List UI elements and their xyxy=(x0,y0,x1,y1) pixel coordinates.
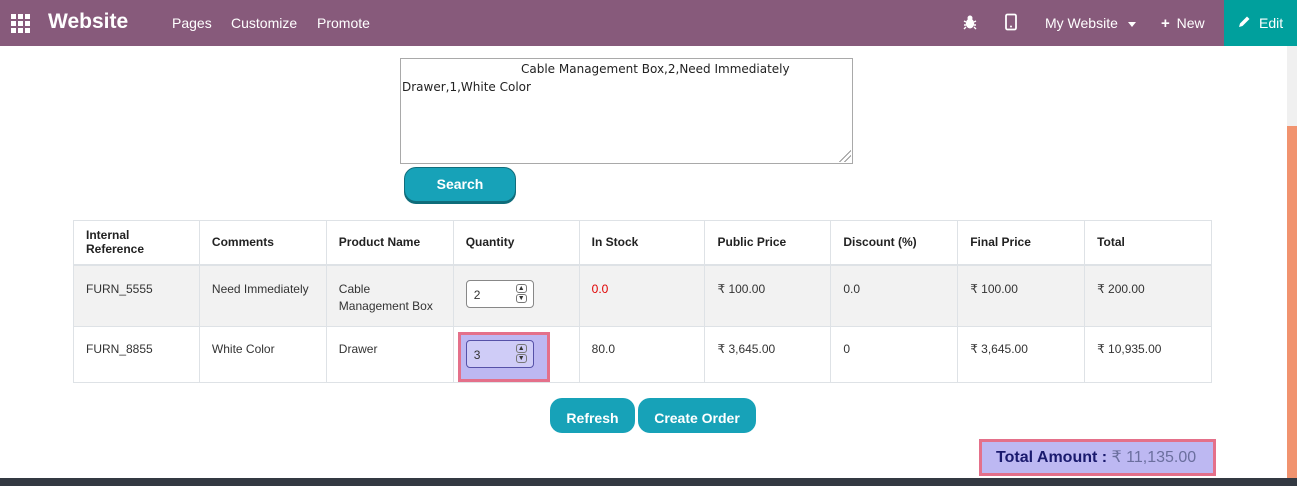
cell-ref: FURN_8855 xyxy=(73,326,200,383)
product-search-textarea[interactable]: Cable Management Box,2,Need Immediately … xyxy=(400,58,853,164)
quantity-stepper[interactable]: 2 ▲ ▼ xyxy=(465,279,534,308)
bug-icon[interactable] xyxy=(961,13,979,31)
menu-pages[interactable]: Pages xyxy=(172,15,212,31)
cell-comment: Need Immediately xyxy=(198,264,327,327)
menu-promote[interactable]: Promote xyxy=(317,15,370,31)
cell-public-price: ₹ 3,645.00 xyxy=(704,326,832,383)
cell-total: ₹ 10,935.00 xyxy=(1084,326,1212,383)
decrement-icon[interactable]: ▼ xyxy=(515,293,527,303)
cell-total: ₹ 200.00 xyxy=(1084,264,1212,327)
my-website-label: My Website xyxy=(1045,15,1118,31)
scrollbar-thumb[interactable] xyxy=(1287,126,1297,478)
search-button[interactable]: Search xyxy=(404,167,516,202)
total-amount-box: Total Amount : ₹ 11,135.00 xyxy=(979,439,1216,476)
cell-final-price: ₹ 100.00 xyxy=(957,264,1086,327)
cell-product: Drawer xyxy=(325,326,454,383)
apps-menu-icon[interactable] xyxy=(11,14,31,33)
total-label: Total Amount : xyxy=(996,449,1108,466)
header-internal-reference: Internal Reference xyxy=(73,220,200,265)
cell-quantity: 2 ▲ ▼ xyxy=(452,264,580,327)
edit-button[interactable]: Edit xyxy=(1224,0,1297,46)
pencil-icon xyxy=(1239,16,1250,27)
refresh-button[interactable]: Refresh xyxy=(550,398,635,433)
table-row: FURN_5555 Need Immediately Cable Managem… xyxy=(73,264,1212,327)
increment-icon[interactable]: ▲ xyxy=(515,344,527,353)
cell-stock: 0.0 xyxy=(578,264,706,327)
header-quantity: Quantity xyxy=(452,220,580,265)
create-order-button[interactable]: Create Order xyxy=(638,398,756,433)
cell-discount: 0.0 xyxy=(830,264,959,327)
cell-stock: 80.0 xyxy=(578,326,706,383)
header-comments: Comments xyxy=(198,220,327,265)
mobile-preview-icon[interactable] xyxy=(1002,13,1020,31)
decrement-icon[interactable]: ▼ xyxy=(515,354,527,363)
increment-icon[interactable]: ▲ xyxy=(515,283,527,293)
plus-icon: + xyxy=(1161,15,1170,32)
new-button[interactable]: + New xyxy=(1161,15,1205,32)
menu-customize[interactable]: Customize xyxy=(231,15,297,31)
search-text-line-2: Drawer,1,White Color xyxy=(402,80,531,94)
edit-label: Edit xyxy=(1259,15,1284,31)
header-discount: Discount (%) xyxy=(830,220,959,265)
cell-comment: White Color xyxy=(198,326,327,383)
header-product-name: Product Name xyxy=(325,220,454,265)
quantity-stepper[interactable]: 3 ▲ ▼ xyxy=(465,340,534,368)
quantity-value: 3 xyxy=(473,348,481,362)
header-final-price: Final Price xyxy=(957,220,1086,265)
my-website-dropdown[interactable]: My Website xyxy=(1045,15,1136,31)
total-amount: ₹ 11,135.00 xyxy=(1111,449,1197,466)
footer xyxy=(0,478,1297,486)
app-title[interactable]: Website xyxy=(48,10,128,34)
caret-down-icon xyxy=(1127,21,1136,27)
resize-handle-icon[interactable] xyxy=(839,150,851,162)
table-header-row: Internal Reference Comments Product Name… xyxy=(73,220,1212,265)
search-text-line-1: Cable Management Box,2,Need Immediately xyxy=(521,62,790,76)
quantity-highlight: 3 ▲ ▼ xyxy=(457,332,550,382)
cell-quantity: 3 ▲ ▼ xyxy=(452,326,580,383)
cell-final-price: ₹ 3,645.00 xyxy=(957,326,1086,383)
table-row: FURN_8855 White Color Drawer 3 ▲ ▼ 80.0 … xyxy=(73,326,1212,383)
header-in-stock: In Stock xyxy=(578,220,706,265)
cell-discount: 0 xyxy=(830,326,959,383)
header-total: Total xyxy=(1084,220,1212,265)
cell-ref: FURN_5555 xyxy=(73,264,200,327)
new-label: New xyxy=(1176,15,1205,31)
top-navbar: Website Pages Customize Promote My Websi… xyxy=(0,0,1297,46)
cell-product: Cable Management Box xyxy=(325,264,454,327)
header-public-price: Public Price xyxy=(704,220,832,265)
quantity-value: 2 xyxy=(473,287,481,302)
order-lines-table: Internal Reference Comments Product Name… xyxy=(73,220,1212,383)
cell-public-price: ₹ 100.00 xyxy=(704,264,832,327)
